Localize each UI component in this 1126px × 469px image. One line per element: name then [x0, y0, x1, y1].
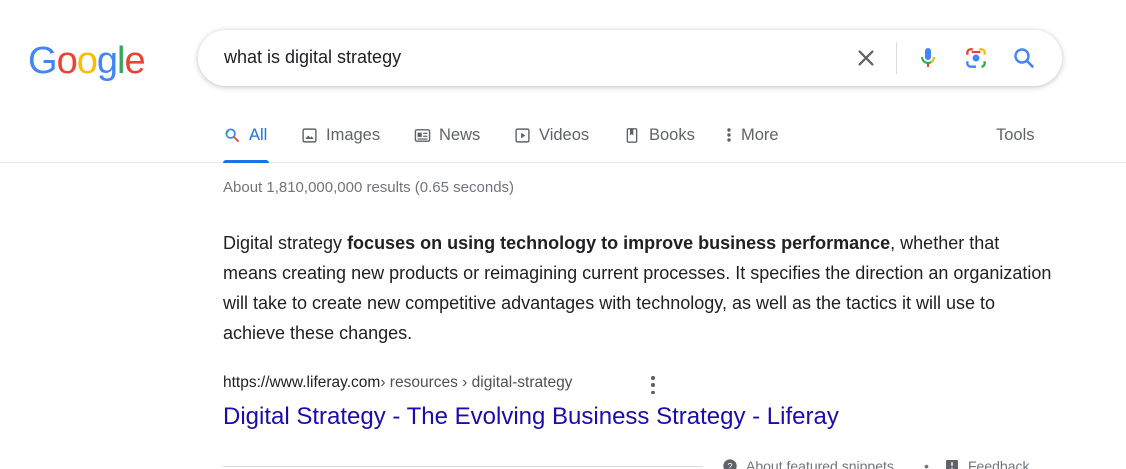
logo-letter: e: [124, 40, 145, 82]
about-featured-snippets[interactable]: ? About featured snippets: [722, 458, 894, 469]
newspaper-icon: [413, 126, 431, 144]
snippet-highlight: focuses on using technology to improve b…: [347, 233, 891, 253]
result-stats: About 1,810,000,000 results (0.65 second…: [223, 179, 515, 196]
tools-button[interactable]: Tools: [996, 126, 1035, 145]
more-options-icon[interactable]: [646, 376, 660, 394]
result-url[interactable]: https://www.liferay.com › resources › di…: [223, 374, 572, 392]
image-icon: [300, 126, 318, 144]
clear-button[interactable]: [852, 44, 880, 72]
logo-letter: o: [76, 40, 98, 82]
google-logo[interactable]: Google: [28, 40, 146, 83]
search-icon: [1014, 48, 1034, 68]
close-icon: [858, 50, 874, 66]
tab-label: More: [741, 126, 779, 144]
logo-letter: o: [56, 40, 78, 82]
tab-label: Images: [326, 126, 381, 144]
tab-label: Books: [649, 126, 695, 144]
search-box[interactable]: what is digital strategy: [198, 30, 1062, 86]
help-icon: ?: [722, 458, 738, 469]
tab-label: Videos: [539, 126, 590, 144]
voice-search-button[interactable]: [914, 44, 942, 72]
feedback-icon: [944, 458, 960, 469]
result-title-link[interactable]: Digital Strategy - The Evolving Business…: [223, 403, 839, 431]
tab-news[interactable]: News: [413, 126, 480, 163]
camera-icon: [966, 48, 986, 68]
search-input[interactable]: what is digital strategy: [224, 47, 401, 68]
tab-books[interactable]: Books: [623, 126, 695, 163]
tab-more[interactable]: More: [723, 126, 779, 163]
tab-images[interactable]: Images: [300, 126, 380, 163]
result-domain: https://www.liferay.com: [223, 374, 381, 391]
tab-videos[interactable]: Videos: [513, 126, 589, 163]
search-button[interactable]: [1010, 44, 1038, 72]
search-divider: [896, 42, 897, 74]
snippet-text: Digital strategy: [223, 233, 348, 253]
search-tabs: All Images News Videos Books More Tools: [0, 118, 1126, 163]
logo-letter: g: [96, 40, 118, 82]
tab-all[interactable]: All: [223, 126, 269, 163]
lens-search-button[interactable]: [962, 44, 990, 72]
about-label: About featured snippets: [746, 458, 894, 469]
tab-label: All: [249, 126, 268, 144]
more-vert-icon: [723, 126, 735, 144]
result-path: › resources › digital-strategy: [380, 374, 573, 391]
footer-separator: •: [924, 458, 929, 469]
book-icon: [623, 126, 641, 144]
svg-text:?: ?: [727, 461, 732, 469]
featured-snippet: Digital strategy focuses on using techno…: [223, 228, 1053, 348]
logo-letter: G: [28, 40, 58, 82]
tab-label: News: [439, 126, 481, 144]
divider: [223, 466, 703, 467]
search-icon: [223, 126, 241, 144]
feedback-label: Feedback: [968, 458, 1030, 469]
feedback-button[interactable]: Feedback: [944, 458, 1029, 469]
play-icon: [513, 126, 531, 144]
microphone-icon: [921, 48, 935, 67]
logo-letter: l: [116, 40, 126, 82]
